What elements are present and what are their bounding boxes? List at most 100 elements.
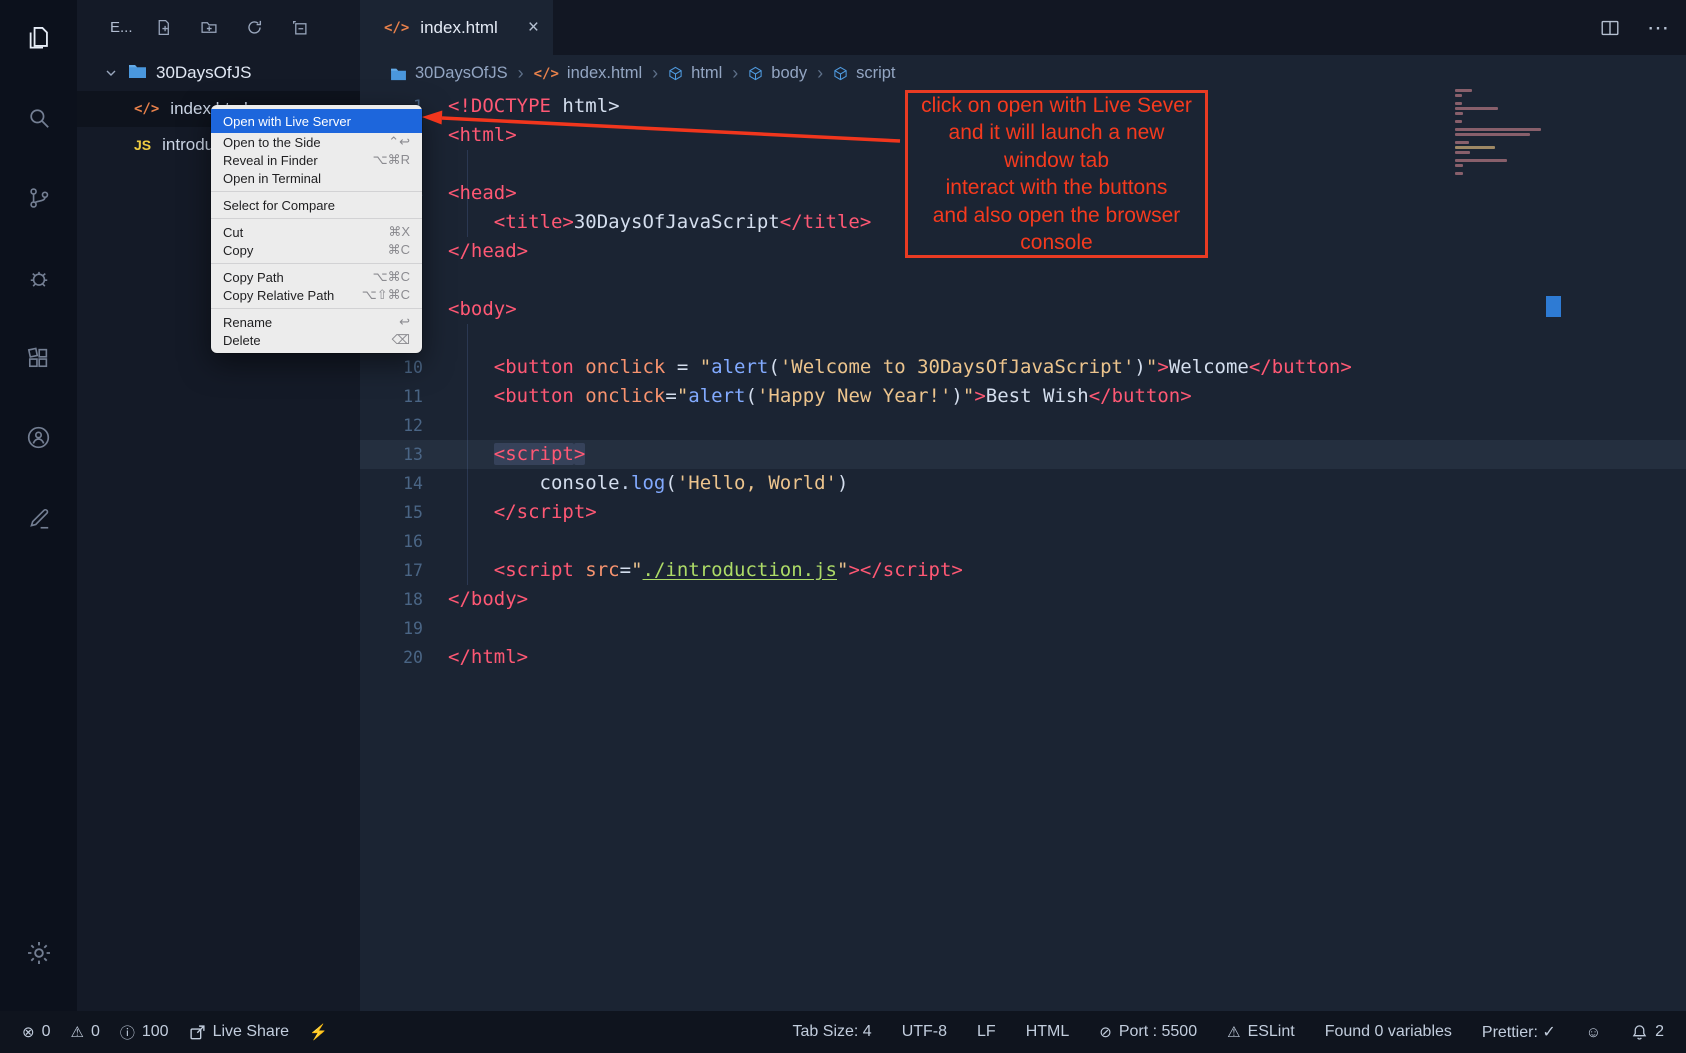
code-line-15: 15 </script> bbox=[360, 498, 1686, 527]
code-text[interactable]: console.log('Hello, World') bbox=[448, 469, 848, 498]
status-smiley[interactable]: ☺ bbox=[1586, 1024, 1601, 1041]
annotation-line-3: interact with the buttons bbox=[908, 174, 1205, 202]
close-icon[interactable]: × bbox=[528, 17, 539, 39]
breadcrumb-item-html[interactable]: html bbox=[668, 64, 722, 83]
status-port-5500[interactable]: ⊘Port : 5500 bbox=[1099, 1023, 1197, 1041]
status-label: Live Share bbox=[213, 1023, 290, 1041]
tab-label: index.html bbox=[420, 18, 497, 38]
folder-label: 30DaysOfJS bbox=[156, 63, 251, 83]
menu-item-select-for-compare[interactable]: Select for Compare bbox=[211, 196, 422, 214]
activity-bar-item-live-share[interactable] bbox=[0, 400, 77, 480]
activity-bar-item-extensions[interactable] bbox=[0, 320, 77, 400]
activity-bar-item-pen[interactable] bbox=[0, 480, 77, 560]
code-text[interactable]: <head> bbox=[448, 179, 517, 208]
code-text[interactable]: <button onclick = "alert('Welcome to 30D… bbox=[448, 353, 1352, 382]
status-eslint[interactable]: ⚠ESLint bbox=[1227, 1023, 1295, 1041]
breadcrumb-label: index.html bbox=[567, 64, 642, 83]
sidebar-item-30daysofjs[interactable]: 30DaysOfJS bbox=[77, 55, 360, 91]
activity-bar-item-source-control[interactable] bbox=[0, 160, 77, 240]
menu-item-copy[interactable]: Copy⌘C bbox=[211, 241, 422, 259]
status-label: 100 bbox=[142, 1023, 169, 1041]
menu-separator bbox=[211, 308, 422, 309]
explorer-icon bbox=[25, 24, 52, 56]
status-live-share[interactable]: Live Share bbox=[189, 1023, 290, 1041]
menu-item-reveal-in-finder[interactable]: Reveal in Finder⌥⌘R bbox=[211, 151, 422, 169]
annotation-line-4: and also open the browser bbox=[908, 202, 1205, 230]
code-text[interactable]: <title>30DaysOfJavaScript</title> bbox=[448, 208, 871, 237]
code-text[interactable]: </html> bbox=[448, 643, 528, 672]
code-text[interactable]: <html> bbox=[448, 121, 517, 150]
status-2[interactable]: 2 bbox=[1631, 1023, 1664, 1041]
code-text[interactable]: <button onclick="alert('Happy New Year!'… bbox=[448, 382, 1192, 411]
activity-bar-item-search[interactable] bbox=[0, 80, 77, 160]
status-lf[interactable]: LF bbox=[977, 1023, 996, 1041]
status-label: 2 bbox=[1655, 1023, 1664, 1041]
html-icon: </> bbox=[534, 66, 559, 82]
folder-icon bbox=[128, 63, 147, 84]
status-label: 0 bbox=[42, 1023, 51, 1041]
code-text[interactable]: <!DOCTYPE html> bbox=[448, 92, 620, 121]
menu-item-rename[interactable]: Rename↩ bbox=[211, 313, 422, 331]
menu-item-cut[interactable]: Cut⌘X bbox=[211, 223, 422, 241]
menu-separator bbox=[211, 263, 422, 264]
minimap-line bbox=[1455, 120, 1462, 123]
tab-bar: </> index.html × ⋯ bbox=[360, 0, 1686, 55]
status-found-0-variables[interactable]: Found 0 variables bbox=[1325, 1023, 1452, 1041]
pen-icon bbox=[26, 505, 52, 536]
collapse-all-icon[interactable] bbox=[291, 19, 308, 36]
code-text[interactable]: <script src="./introduction.js"></script… bbox=[448, 556, 963, 585]
vscode-window: E... 30DaysOfJS </>index.htmlJSintroduct… bbox=[0, 0, 1686, 1053]
minimap[interactable] bbox=[1455, 89, 1547, 177]
minimap-line bbox=[1455, 107, 1498, 110]
status-0[interactable]: ⊗0 bbox=[22, 1023, 50, 1041]
smiley-icon: ☺ bbox=[1586, 1024, 1601, 1041]
tab-index-html[interactable]: </> index.html × bbox=[360, 0, 553, 55]
more-actions-icon[interactable]: ⋯ bbox=[1647, 15, 1670, 41]
breadcrumb-item-script[interactable]: script bbox=[833, 64, 895, 83]
status-bar-right: Tab Size: 4 UTF-8 LF HTML ⊘Port : 5500 ⚠ESLin… bbox=[793, 1022, 1664, 1042]
debug-icon bbox=[26, 265, 52, 296]
activity-bar-item-explorer[interactable] bbox=[0, 0, 77, 80]
status-utf-8[interactable]: UTF-8 bbox=[902, 1023, 947, 1041]
breadcrumb-item-body[interactable]: body bbox=[748, 64, 807, 83]
code-line-20: 20</html> bbox=[360, 643, 1686, 672]
menu-item-open-with-live-server[interactable]: Open with Live Server bbox=[211, 109, 422, 133]
line-number: 12 bbox=[360, 411, 448, 440]
menu-shortcut: ⌃↩ bbox=[388, 134, 410, 150]
status-zap[interactable]: ⚡ bbox=[309, 1023, 328, 1041]
refresh-icon[interactable] bbox=[246, 19, 263, 36]
new-folder-icon[interactable] bbox=[200, 19, 218, 36]
code-text[interactable]: <script> bbox=[448, 440, 585, 469]
js-file-icon: JS bbox=[134, 137, 151, 153]
cube-icon bbox=[748, 66, 763, 81]
extensions-icon bbox=[26, 345, 52, 376]
code-text[interactable]: <body> bbox=[448, 295, 517, 324]
status-100[interactable]: ⓘ100 bbox=[120, 1022, 169, 1043]
menu-shortcut: ⌘C bbox=[388, 242, 410, 258]
activity-bar-item-debug[interactable] bbox=[0, 240, 77, 320]
code-text[interactable]: </head> bbox=[448, 237, 528, 266]
line-number: 11 bbox=[360, 382, 448, 411]
breadcrumb-item-30daysofjs[interactable]: 30DaysOfJS bbox=[390, 64, 508, 83]
status-html[interactable]: HTML bbox=[1026, 1023, 1070, 1041]
status-tab-size-4[interactable]: Tab Size: 4 bbox=[793, 1023, 872, 1041]
html-file-icon: </> bbox=[134, 101, 159, 117]
activity-bar-item-settings[interactable] bbox=[0, 915, 77, 995]
breadcrumb-item-index-html[interactable]: </> index.html bbox=[534, 64, 643, 83]
code-text[interactable]: </script> bbox=[448, 498, 597, 527]
activity-bar bbox=[0, 0, 77, 1011]
new-file-icon[interactable] bbox=[155, 19, 172, 36]
menu-item-open-in-terminal[interactable]: Open in Terminal bbox=[211, 169, 422, 187]
line-number: 15 bbox=[360, 498, 448, 527]
status-0[interactable]: ⚠0 bbox=[70, 1023, 99, 1041]
menu-item-delete[interactable]: Delete⌫ bbox=[211, 331, 422, 349]
minimap-line bbox=[1455, 164, 1463, 167]
menu-item-copy-path[interactable]: Copy Path⌥⌘C bbox=[211, 268, 422, 286]
menu-item-open-to-the-side[interactable]: Open to the Side⌃↩ bbox=[211, 133, 422, 151]
status-prettier[interactable]: Prettier: ✓ bbox=[1482, 1022, 1556, 1042]
code-text[interactable]: </body> bbox=[448, 585, 528, 614]
menu-item-copy-relative-path[interactable]: Copy Relative Path⌥⇧⌘C bbox=[211, 286, 422, 304]
search-icon bbox=[26, 105, 52, 136]
split-editor-icon[interactable] bbox=[1599, 17, 1621, 39]
overview-ruler-marker bbox=[1546, 296, 1561, 317]
